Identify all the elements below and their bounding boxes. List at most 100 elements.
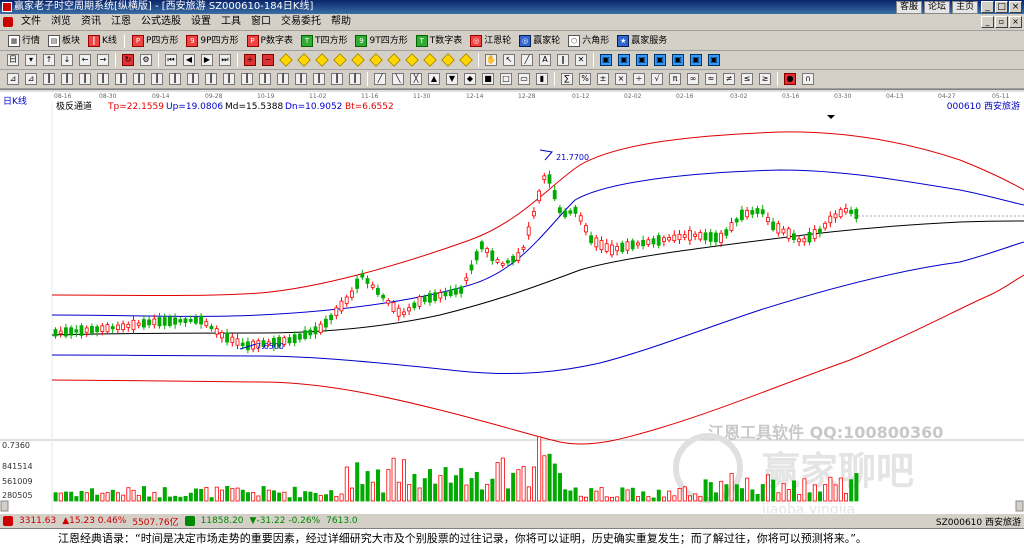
cycle-tool-8-icon[interactable]: □ [500,73,512,85]
bar-tool-3-icon[interactable]: ┃ [79,73,91,85]
mdi-close-button[interactable]: × [1009,16,1022,28]
bar-tool-8-icon[interactable]: ┃ [169,73,181,85]
window-tool-3-icon[interactable]: ▣ [636,54,648,66]
diamond-tool-10-icon[interactable] [441,53,455,67]
fan-tool-2-icon[interactable]: ⊿ [25,73,37,85]
calc-tool-1-icon[interactable]: ∑ [561,73,573,85]
close-button[interactable]: × [1009,1,1022,13]
menu-settings[interactable]: 设置 [186,14,216,30]
kline-button[interactable]: ┃ K线 [84,33,121,49]
zoom-out-icon[interactable]: − [262,54,274,66]
period-label[interactable]: 日K线 [3,95,27,107]
mdi-minimize-button[interactable]: _ [981,16,994,28]
menu-tools[interactable]: 工具 [216,14,246,30]
scroll-right-button[interactable] [1015,500,1024,512]
minimize-button[interactable]: _ [981,1,994,13]
fan-tool-1-icon[interactable]: ⊿ [7,73,19,85]
dropdown-icon[interactable]: ▾ [25,54,37,66]
diamond-tool-1-icon[interactable] [279,53,293,67]
cycle-tool-1-icon[interactable]: ╱ [374,73,386,85]
bar-tool-18-icon[interactable]: ┃ [349,73,361,85]
9t-square-button[interactable]: 9 9T四方形 [351,33,411,49]
calc-tool-11-icon[interactable]: ≤ [741,73,753,85]
bar-tool-17-icon[interactable]: ┃ [331,73,343,85]
menu-gann[interactable]: 江恩 [106,14,136,30]
calc-tool-4-icon[interactable]: × [615,73,627,85]
cycle-tool-6-icon[interactable]: ◆ [464,73,476,85]
bar-tool-2-icon[interactable]: ┃ [61,73,73,85]
bar-tool-11-icon[interactable]: ┃ [223,73,235,85]
document-icon[interactable] [3,17,13,27]
menu-window[interactable]: 窗口 [246,14,276,30]
window-tool-7-icon[interactable]: ▣ [708,54,720,66]
calc-tool-12-icon[interactable]: ≥ [759,73,771,85]
winner-wheel-button[interactable]: ◎ 赢家轮 [515,33,564,49]
winner-service-button[interactable]: ★ 赢家服务 [613,33,671,49]
quotes-button[interactable]: ▦ 行情 [4,33,44,49]
bar-tool-15-icon[interactable]: ┃ [295,73,307,85]
left-icon[interactable]: ← [79,54,91,66]
hand-icon[interactable]: ✋ [485,54,497,66]
window-tool-5-icon[interactable]: ▣ [672,54,684,66]
bar-tool-16-icon[interactable]: ┃ [313,73,325,85]
calc-tool-3-icon[interactable]: ± [597,73,609,85]
cycle-tool-4-icon[interactable]: ▲ [428,73,440,85]
bar-tool-1-icon[interactable]: ┃ [43,73,55,85]
channel-tool-icon[interactable]: ∥ [557,54,569,66]
window-tool-4-icon[interactable]: ▣ [654,54,666,66]
prev-icon[interactable]: ◀ [183,54,195,66]
bar-tool-5-icon[interactable]: ┃ [115,73,127,85]
window-tool-6-icon[interactable]: ▣ [690,54,702,66]
calc-tool-10-icon[interactable]: ≠ [723,73,735,85]
hexagon-button[interactable]: ⬡ 六角形 [564,33,613,49]
p-table-button[interactable]: P P数字表 [243,33,297,49]
calc-tool-7-icon[interactable]: π [669,73,681,85]
mdi-restore-button[interactable]: ▫ [995,16,1008,28]
diamond-tool-8-icon[interactable] [405,53,419,67]
bar-tool-4-icon[interactable]: ┃ [97,73,109,85]
kline-chart[interactable]: 08-16 08-30 09-14 09-28 10-19 11-02 11-1… [0,90,1024,514]
next-icon[interactable]: ▶ [201,54,213,66]
calc-tool-6-icon[interactable]: √ [651,73,663,85]
pointer-icon[interactable]: ↖ [503,54,515,66]
bar-tool-13-icon[interactable]: ┃ [259,73,271,85]
customer-service-link[interactable]: 客服 [895,1,922,14]
window-tool-1-icon[interactable]: ▣ [600,54,612,66]
menu-help[interactable]: 帮助 [326,14,356,30]
magnet-icon[interactable]: ∩ [802,73,814,85]
menu-trade[interactable]: 交易委托 [276,14,326,30]
menu-browse[interactable]: 浏览 [46,14,76,30]
diamond-tool-2-icon[interactable] [297,53,311,67]
cycle-tool-3-icon[interactable]: ╳ [410,73,422,85]
p-square-button[interactable]: P P四方形 [128,33,182,49]
diamond-tool-7-icon[interactable] [387,53,401,67]
menu-file[interactable]: 文件 [16,14,46,30]
calc-tool-8-icon[interactable]: ∞ [687,73,699,85]
diamond-tool-6-icon[interactable] [369,53,383,67]
t-table-button[interactable]: T T数字表 [412,33,467,49]
cycle-tool-7-icon[interactable]: ■ [482,73,494,85]
color-palette-icon[interactable]: ● [784,73,796,85]
diamond-tool-11-icon[interactable] [459,53,473,67]
arrow-down-icon[interactable]: ↓ [61,54,73,66]
homepage-link[interactable]: 主页 [951,1,978,14]
bar-tool-9-icon[interactable]: ┃ [187,73,199,85]
erase-tool-icon[interactable]: ✕ [575,54,587,66]
9p-square-button[interactable]: 9 9P四方形 [182,33,242,49]
maximize-button[interactable]: □ [995,1,1008,13]
diamond-tool-4-icon[interactable] [333,53,347,67]
bar-tool-6-icon[interactable]: ┃ [133,73,145,85]
day-period-icon[interactable]: 日 [7,54,19,66]
cycle-tool-2-icon[interactable]: ╲ [392,73,404,85]
diamond-tool-9-icon[interactable] [423,53,437,67]
diamond-tool-3-icon[interactable] [315,53,329,67]
last-icon[interactable]: ⏭ [219,54,231,66]
chart-area[interactable]: 08-16 08-30 09-14 09-28 10-19 11-02 11-1… [0,89,1024,514]
scroll-left-button[interactable] [0,500,9,512]
bar-tool-14-icon[interactable]: ┃ [277,73,289,85]
bar-tool-10-icon[interactable]: ┃ [205,73,217,85]
first-icon[interactable]: ⏮ [165,54,177,66]
zoom-in-icon[interactable]: + [244,54,256,66]
diamond-tool-5-icon[interactable] [351,53,365,67]
arrow-up-icon[interactable]: ↑ [43,54,55,66]
